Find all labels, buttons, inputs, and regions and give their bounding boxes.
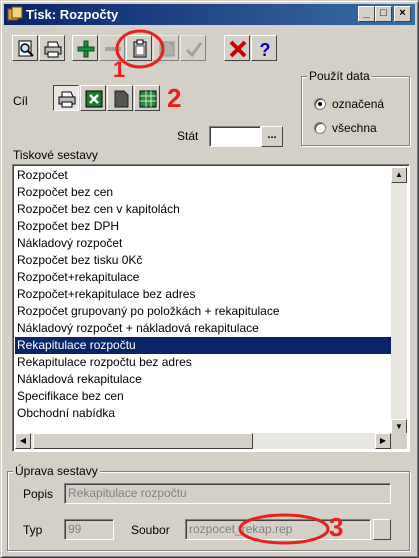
list-item[interactable]: Obchodní nabídka: [15, 405, 391, 422]
title-bar[interactable]: Tisk: Rozpočty _ □ ×: [4, 4, 415, 25]
confirm-button[interactable]: [180, 35, 206, 61]
annotation-marker-2: 2: [167, 83, 182, 113]
popis-field[interactable]: Rekapitulace rozpočtu: [64, 483, 391, 504]
soubor-browse-button[interactable]: [373, 519, 391, 540]
delete-button[interactable]: [224, 35, 250, 61]
delete-icon: [229, 40, 247, 58]
list-item[interactable]: Nákladový rozpočet + nákladová rekapitul…: [15, 320, 391, 337]
use-data-group: [301, 76, 410, 146]
target-excel-button[interactable]: [80, 85, 106, 111]
state-input[interactable]: [209, 126, 261, 147]
annotation-marker-3: 3: [329, 512, 344, 542]
list-item[interactable]: Rozpočet+rekapitulace bez adres: [15, 286, 391, 303]
use-data-legend: Použít data: [307, 69, 372, 83]
reports-label: Tiskové sestavy: [13, 148, 98, 162]
plus-icon: [77, 40, 95, 58]
scroll-right-button[interactable]: ▶: [375, 433, 391, 449]
typ-field[interactable]: 99: [64, 519, 114, 540]
list-item[interactable]: Rozpočet+rekapitulace: [15, 269, 391, 286]
list-item[interactable]: Nákladový rozpočet: [15, 235, 391, 252]
list-item[interactable]: Rozpočet bez cen: [15, 184, 391, 201]
annotation-marker-1: 1: [113, 57, 126, 82]
list-item[interactable]: Rekapitulace rozpočtu: [15, 337, 391, 354]
list-item[interactable]: Specifikace bez cen: [15, 388, 391, 405]
add-button[interactable]: [72, 35, 98, 61]
close-button[interactable]: ×: [394, 6, 411, 22]
radio-oznacena[interactable]: [314, 98, 326, 110]
spreadsheet-icon: [139, 90, 157, 108]
state-browse-button[interactable]: ...: [261, 126, 283, 147]
app-icon: [7, 6, 23, 21]
typ-label: Typ: [23, 523, 43, 537]
check-icon: [185, 42, 203, 58]
radio-oznacena-label: označená: [332, 97, 385, 111]
horizontal-scrollbar[interactable]: ◀ ▶: [15, 433, 391, 449]
list-item[interactable]: Rozpočet bez DPH: [15, 218, 391, 235]
reports-list: Rozpočet Rozpočet bez cen Rozpočet bez cen…: [15, 167, 391, 435]
list-item[interactable]: Rozpočet: [15, 167, 391, 184]
svg-text:?: ?: [260, 40, 271, 59]
maximize-button[interactable]: □: [375, 6, 392, 22]
print-preview-icon: [18, 40, 34, 57]
print-button[interactable]: [39, 35, 65, 61]
printer-icon: [44, 41, 62, 58]
printer-icon: [58, 91, 76, 108]
list-item[interactable]: Rozpočet bez tisku 0Kč: [15, 252, 391, 269]
reports-listbox[interactable]: Rozpočet Rozpočet bez cen Rozpočet bez cen…: [12, 164, 410, 452]
print-dialog-window: Tisk: Rozpočty _ □ × ? 1 Cíl 2 Použít da…: [0, 0, 419, 558]
target-printer-button[interactable]: [53, 85, 79, 111]
edit-report-legend: Úprava sestavy: [13, 464, 100, 478]
list-item[interactable]: Rekapitulace rozpočtu bez adres: [15, 354, 391, 371]
minimize-button[interactable]: _: [358, 6, 375, 22]
list-item[interactable]: Rozpočet bez cen v kapitolách: [15, 201, 391, 218]
file-icon: [114, 90, 129, 108]
target-label: Cíl: [13, 94, 28, 108]
scroll-left-button[interactable]: ◀: [15, 433, 31, 449]
vertical-scrollbar[interactable]: ▲ ▼: [391, 167, 407, 435]
print-preview-button[interactable]: [12, 35, 38, 61]
state-label: Stát: [177, 129, 199, 143]
target-spreadsheet-button[interactable]: [134, 85, 160, 111]
help-button[interactable]: ?: [251, 35, 277, 61]
window-title: Tisk: Rozpočty: [26, 7, 119, 22]
annotation-ellipse-3: [238, 513, 330, 545]
radio-vsechna[interactable]: [314, 122, 326, 134]
popis-label: Popis: [23, 487, 54, 501]
target-file-button[interactable]: [107, 85, 133, 111]
help-icon: ?: [260, 40, 271, 59]
list-item[interactable]: Rozpočet grupovaný po položkách + rekapi…: [15, 303, 391, 320]
horizontal-scroll-thumb[interactable]: [33, 433, 253, 449]
soubor-label: Soubor: [131, 523, 170, 537]
scroll-up-button[interactable]: ▲: [391, 167, 407, 183]
excel-icon: [85, 90, 103, 108]
list-item[interactable]: Nákladová rekapitulace: [15, 371, 391, 388]
radio-vsechna-label: všechna: [332, 121, 377, 135]
scroll-corner: [391, 433, 407, 449]
